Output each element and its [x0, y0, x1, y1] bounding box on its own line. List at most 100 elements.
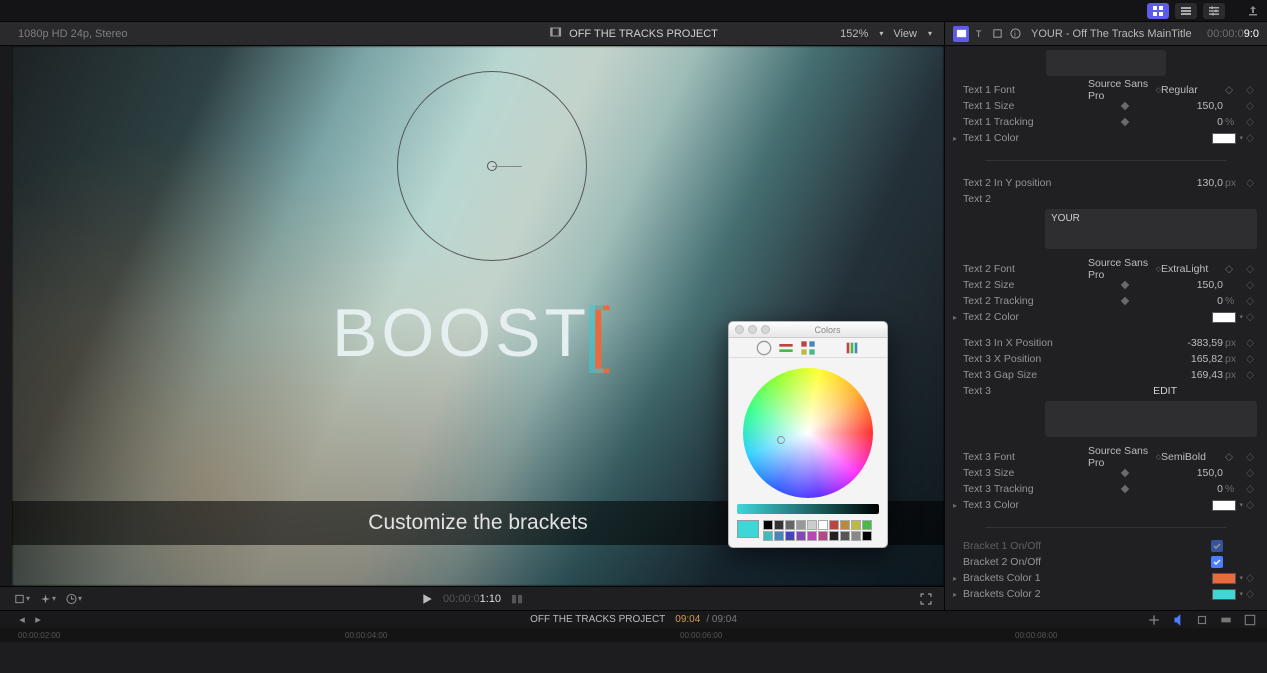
snapping-icon[interactable] — [1219, 613, 1233, 627]
viewer-timecode[interactable]: 00:00:01:10 — [443, 592, 501, 605]
text3-font-dropdown[interactable]: Source Sans Pro◇ — [1088, 445, 1161, 469]
share-icon[interactable] — [1245, 3, 1261, 19]
text1-size-label: Text 1 Size — [963, 100, 1088, 112]
retime-tool-icon[interactable]: ▾ — [66, 591, 82, 607]
bracket1-onoff-label: Bracket 1 On/Off — [963, 540, 1088, 552]
play-button[interactable] — [419, 591, 435, 607]
text3-size-label: Text 3 Size — [963, 467, 1088, 479]
text1-size-value[interactable]: 150,0 — [1161, 100, 1223, 112]
text1-color-label: Text 1 Color — [963, 132, 1088, 144]
text1-font-dropdown[interactable]: Source Sans Pro◇ — [1088, 78, 1161, 102]
color-wheel-mode-icon[interactable] — [756, 341, 772, 355]
project-format: 1080p HD 24p, Stereo — [18, 28, 127, 40]
color-spectrum-mode-icon[interactable] — [822, 341, 838, 355]
text3-textarea[interactable] — [1045, 401, 1257, 437]
skimming-icon[interactable] — [1147, 613, 1161, 627]
text1-color-swatch[interactable] — [1212, 133, 1236, 144]
svg-text:T: T — [975, 29, 981, 39]
solo-icon[interactable] — [1195, 613, 1209, 627]
current-color-swatch[interactable] — [737, 520, 759, 538]
zoom-level[interactable]: 152% — [840, 28, 868, 40]
inspector-tab-video[interactable] — [953, 26, 969, 42]
minimize-icon[interactable] — [748, 325, 757, 334]
fullscreen-icon[interactable] — [918, 591, 934, 607]
text2-style-dropdown[interactable]: ExtraLight — [1161, 263, 1223, 275]
transform-tool-icon[interactable]: ▾ — [14, 591, 30, 607]
inspector-panel: Text 1 FontSource Sans Pro◇Regular◇◇ Tex… — [944, 46, 1267, 625]
brackets-color2-swatch[interactable] — [1212, 589, 1236, 600]
layout-settings-button[interactable] — [1203, 3, 1225, 19]
color-palette-mode-icon[interactable] — [800, 341, 816, 355]
text2-font-dropdown[interactable]: Source Sans Pro◇ — [1088, 257, 1161, 281]
inspector-tab-info[interactable]: i — [1007, 26, 1023, 42]
inspector-tab-generator[interactable] — [989, 26, 1005, 42]
inspector-header: T i YOUR - Off The Tracks MainTitle 00:0… — [944, 22, 1267, 46]
timeline-history-fwd-icon[interactable]: ▸ — [30, 612, 46, 628]
onscreen-control-circle[interactable] — [397, 71, 587, 261]
text3-color-label: Text 3 Color — [963, 499, 1088, 511]
layout-list-button[interactable] — [1175, 3, 1197, 19]
text3-tracking-slider[interactable] — [1088, 486, 1161, 492]
close-icon[interactable] — [735, 325, 744, 334]
clip-title: YOUR - Off The Tracks MainTitle — [1031, 28, 1192, 40]
text2-tracking-slider[interactable] — [1088, 298, 1161, 304]
text3-font-label: Text 3 Font — [963, 451, 1088, 463]
view-menu[interactable]: View — [893, 28, 917, 40]
timeline-ruler[interactable]: 00:00:02:00 00:00:04:00 00:00:06:00 00:0… — [0, 628, 1267, 642]
text3-xpos-label: Text 3 X Position — [963, 353, 1088, 365]
color-pencils-mode-icon[interactable] — [844, 341, 860, 355]
swatch-grid[interactable] — [763, 520, 872, 541]
text1-style-dropdown[interactable]: Regular — [1161, 84, 1223, 96]
text2-font-label: Text 2 Font — [963, 263, 1088, 275]
brackets-color1-label: Brackets Color 1 — [963, 572, 1088, 584]
timeline-history-back-icon[interactable]: ◂ — [14, 612, 30, 628]
color-wheel-cursor[interactable] — [777, 436, 785, 444]
text2-tracking-label: Text 2 Tracking — [963, 295, 1088, 307]
bracket2-onoff-label: Bracket 2 On/Off — [963, 556, 1088, 568]
text3-text-label: Text 3 — [963, 385, 1088, 397]
text2-textarea[interactable]: YOUR — [1045, 209, 1257, 249]
colors-window[interactable]: Colors — [728, 321, 888, 548]
text3-size-slider[interactable] — [1088, 470, 1161, 476]
audio-skimming-icon[interactable] — [1171, 613, 1185, 627]
loop-icon[interactable]: ▮▮ — [509, 591, 525, 607]
text1-tracking-label: Text 1 Tracking — [963, 116, 1088, 128]
zoom-icon[interactable] — [761, 325, 770, 334]
viewer-header: 1080p HD 24p, Stereo OFF THE TRACKS PROJ… — [0, 22, 944, 46]
text1-tracking-value[interactable]: 0 — [1161, 116, 1223, 128]
timeline-index-icon[interactable] — [1243, 613, 1257, 627]
text3-tracking-label: Text 3 Tracking — [963, 483, 1088, 495]
film-icon — [549, 26, 561, 41]
text2-ypos-label: Text 2 In Y position — [963, 177, 1088, 189]
title-preview-text: BOOST[[ — [332, 291, 614, 373]
text1-size-slider[interactable] — [1088, 103, 1161, 109]
text2-color-label: Text 2 Color — [963, 311, 1088, 323]
enhance-tool-icon[interactable]: ▾ — [40, 591, 56, 607]
brackets-color2-label: Brackets Color 2 — [963, 588, 1088, 600]
text2-ypos-value[interactable]: 130,0 — [1161, 177, 1223, 189]
inspector-thumbnail — [1046, 50, 1166, 76]
inspector-timecode: 00:00:09:0 — [1207, 27, 1259, 40]
text3-color-swatch[interactable] — [1212, 500, 1236, 511]
project-title: OFF THE TRACKS PROJECT — [569, 28, 718, 40]
timeline-project-name: OFF THE TRACKS PROJECT — [530, 614, 665, 625]
text1-font-label: Text 1 Font — [963, 84, 1088, 96]
svg-text:i: i — [1014, 29, 1016, 38]
brightness-slider[interactable] — [737, 504, 879, 514]
layout-grid-button[interactable] — [1147, 3, 1169, 19]
bracket1-checkbox[interactable] — [1211, 540, 1223, 552]
app-top-strip — [0, 0, 1267, 22]
color-sliders-mode-icon[interactable] — [778, 341, 794, 355]
bracket2-checkbox[interactable] — [1211, 556, 1223, 568]
text2-color-swatch[interactable] — [1212, 312, 1236, 323]
text2-text-label: Text 2 — [963, 193, 1088, 205]
inspector-tab-title[interactable]: T — [971, 26, 987, 42]
colors-window-title: Colors — [814, 325, 840, 335]
text2-size-label: Text 2 Size — [963, 279, 1088, 291]
timeline-area[interactable] — [0, 642, 1267, 673]
brackets-color1-swatch[interactable] — [1212, 573, 1236, 584]
text3-style-dropdown[interactable]: SemiBold — [1161, 451, 1223, 463]
color-wheel[interactable] — [743, 368, 873, 498]
text1-tracking-slider[interactable] — [1088, 119, 1161, 125]
text2-size-slider[interactable] — [1088, 282, 1161, 288]
